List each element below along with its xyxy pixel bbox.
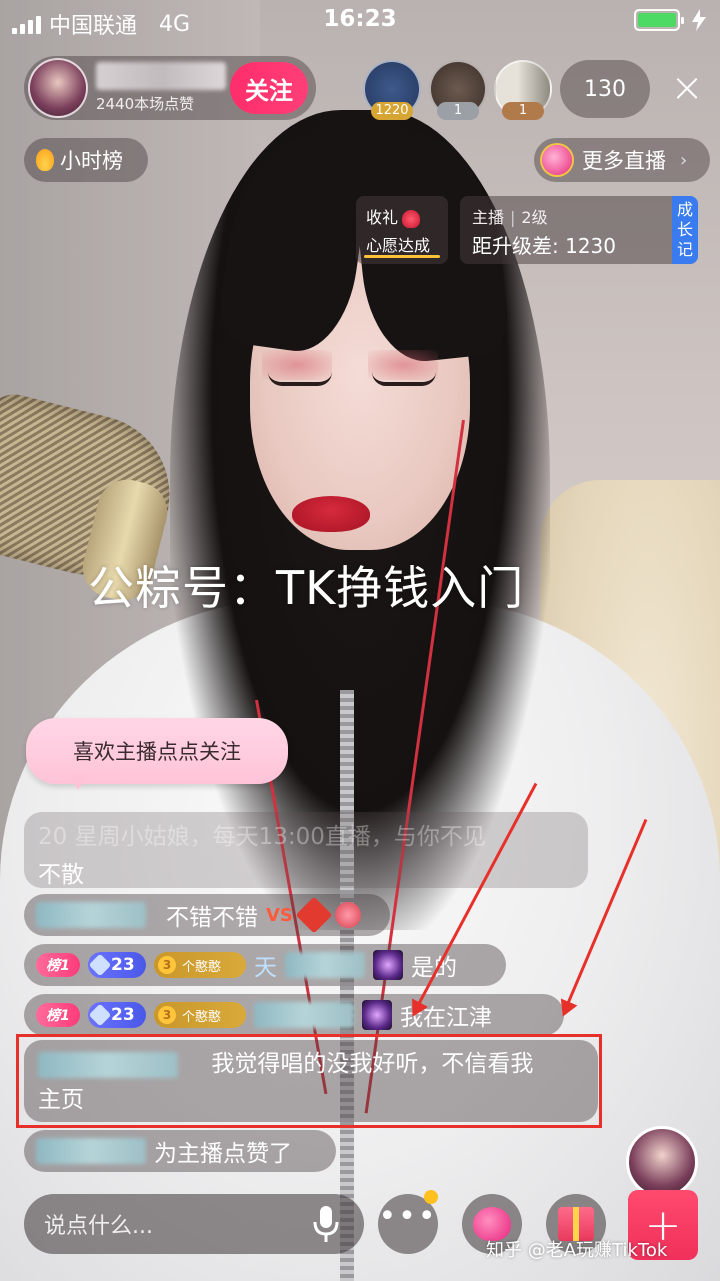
wish-title: 收礼 bbox=[366, 208, 399, 227]
more-live-button[interactable]: 更多直播 › bbox=[534, 138, 710, 182]
host-likes-count: 2440本场点赞 bbox=[96, 95, 195, 113]
growth-record-tag[interactable]: 成长记 bbox=[672, 196, 698, 264]
user-level-badge: 23 bbox=[88, 1002, 146, 1028]
host-lips bbox=[292, 496, 370, 532]
more-dots-icon: ••• bbox=[378, 1199, 438, 1234]
watermark-text: 公粽号：TK挣钱入门 bbox=[88, 561, 525, 615]
chat-text: 不错不错 bbox=[166, 905, 258, 931]
rose-icon bbox=[402, 209, 421, 228]
more-live-label: 更多直播 bbox=[582, 149, 666, 173]
source-credit: 知乎 @老A玩赚TikTok bbox=[486, 1240, 668, 1261]
fan-club-badge: 3 个憨憨 bbox=[154, 952, 246, 978]
host-level-card[interactable]: 主播 | 2级 距升级差: 1230 成长记 bbox=[460, 196, 698, 264]
rank-badge: 榜1 bbox=[36, 953, 80, 977]
tip-bubble-tail bbox=[68, 774, 88, 790]
hourly-rank-label: 小时榜 bbox=[60, 149, 123, 173]
fan-level-icon: 3 bbox=[158, 1006, 176, 1024]
hourly-rank-button[interactable]: 小时榜 bbox=[24, 138, 148, 182]
follow-button[interactable]: 关注 bbox=[230, 62, 308, 114]
close-icon[interactable]: × bbox=[664, 66, 710, 112]
notification-dot bbox=[424, 1190, 438, 1204]
level-header: 主播 | 2级 bbox=[472, 208, 548, 227]
fan-club-badge: 3 个憨憨 bbox=[154, 1002, 246, 1028]
viewer-avatar[interactable]: 1 bbox=[429, 60, 487, 120]
vs-emoji-icon: VS bbox=[266, 904, 293, 926]
viewer-avatar[interactable]: 1 bbox=[494, 60, 552, 120]
username-blurred bbox=[254, 1002, 354, 1028]
level-gap-label: 距升级差: bbox=[472, 234, 559, 258]
like-notice-text: 为主播点赞了 bbox=[154, 1141, 292, 1167]
wish-status: 心愿达成 bbox=[366, 236, 431, 255]
viewer-count-button[interactable]: 130 bbox=[560, 60, 650, 118]
fortune-emoji-icon bbox=[295, 896, 333, 934]
avatar-sticker-icon bbox=[373, 950, 403, 980]
username-blurred bbox=[285, 952, 365, 978]
eye-right bbox=[372, 372, 436, 386]
avatar-sticker-icon bbox=[362, 1000, 392, 1030]
viewer-contribution-badge: 1 bbox=[502, 102, 544, 120]
gem-icon bbox=[88, 1003, 112, 1027]
username-blurred bbox=[36, 1138, 146, 1164]
username-prefix: 天 bbox=[254, 955, 277, 981]
status-right bbox=[634, 9, 706, 31]
host-name-blurred bbox=[96, 62, 226, 90]
viewer-contribution-badge: 1 bbox=[437, 102, 479, 120]
username-blurred bbox=[36, 902, 146, 928]
level-role: 主播 bbox=[472, 208, 505, 227]
user-level-badge: 23 bbox=[88, 952, 146, 978]
planet-icon bbox=[542, 145, 572, 175]
faded-message-text: 20 星周小姑娘，每天13:00直播，与你不见 bbox=[38, 824, 486, 850]
status-time: 16:23 bbox=[323, 6, 397, 32]
level-gap-value: 1230 bbox=[565, 234, 617, 258]
chevron-right-icon: › bbox=[680, 149, 688, 171]
fan-level-icon: 3 bbox=[158, 956, 176, 974]
chat-message[interactable]: 不错不错 VS bbox=[24, 894, 390, 936]
comment-placeholder: 说点什么... bbox=[44, 1214, 153, 1239]
viewer-avatar[interactable]: 1220 bbox=[363, 60, 421, 120]
flower-emoji-icon bbox=[334, 902, 361, 928]
wish-progress-bar bbox=[364, 255, 440, 258]
chat-message[interactable]: 榜1 23 3 个憨憨 天 是的 bbox=[24, 944, 506, 986]
level-gap: 距升级差: 1230 bbox=[472, 230, 616, 259]
viewer-contribution-badge: 1220 bbox=[371, 102, 413, 120]
gift-wish-card[interactable]: 收礼 心愿达成 bbox=[356, 196, 448, 264]
level-value: 2级 bbox=[521, 208, 548, 227]
annotation-highlight-box bbox=[16, 1034, 602, 1128]
battery-icon bbox=[634, 9, 684, 31]
status-bar: 中国联通 4G 16:23 bbox=[0, 0, 720, 40]
flame-icon bbox=[36, 149, 54, 171]
host-avatar[interactable] bbox=[28, 58, 88, 118]
charging-bolt-icon bbox=[692, 9, 706, 31]
chat-message[interactable]: 榜1 23 3 个憨憨 我在江津 bbox=[24, 994, 564, 1036]
gem-icon bbox=[88, 953, 112, 977]
floating-avatar[interactable] bbox=[626, 1126, 698, 1198]
microphone-icon[interactable] bbox=[312, 1204, 340, 1244]
chat-like-notice: 为主播点赞了 bbox=[24, 1130, 336, 1172]
follow-tip-bubble[interactable]: 喜欢主播点点关注 bbox=[26, 718, 288, 784]
eye-left bbox=[268, 372, 332, 386]
chat-message-faded: 20 星周小姑娘，每天13:00直播，与你不见 不散 bbox=[24, 812, 588, 888]
rank-badge: 榜1 bbox=[36, 1003, 80, 1027]
